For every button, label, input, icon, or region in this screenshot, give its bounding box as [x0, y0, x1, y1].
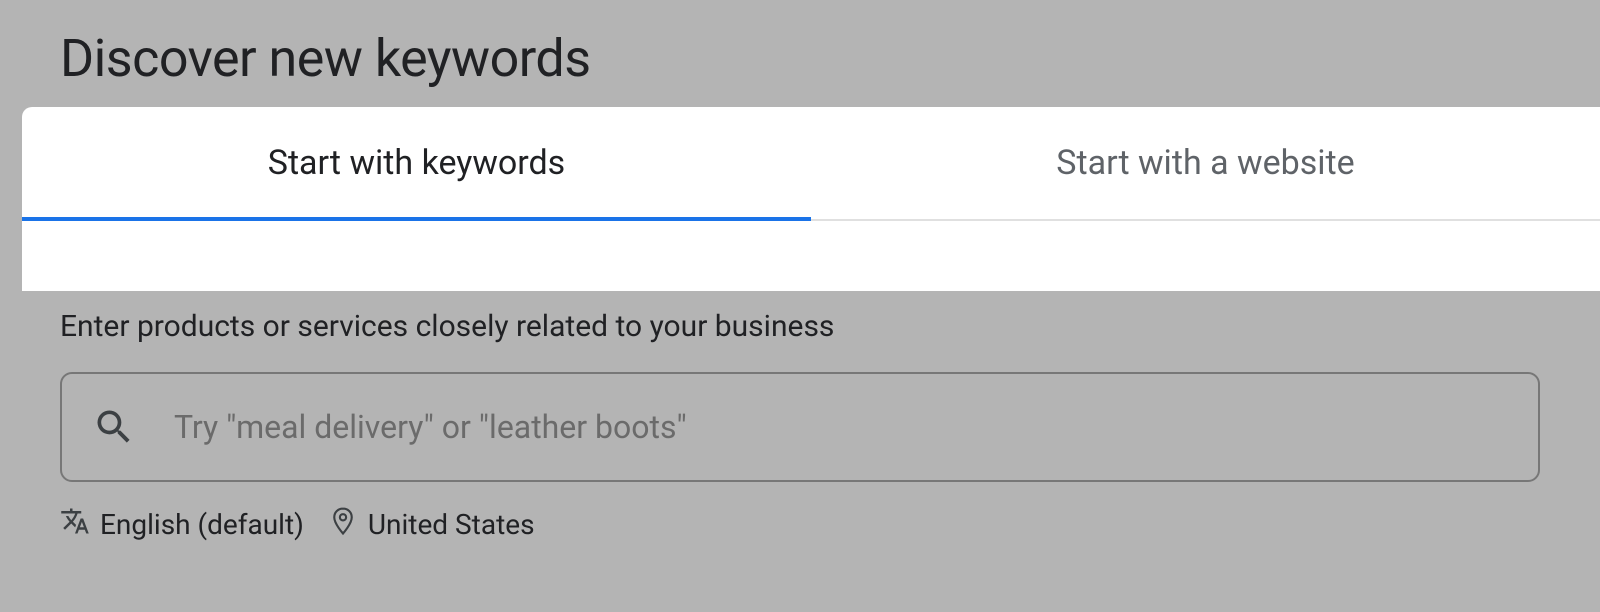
tab-card: Start with keywords Start with a website: [22, 107, 1600, 291]
tabs-container: Start with keywords Start with a website: [22, 107, 1600, 221]
language-label: English (default): [100, 508, 304, 541]
tab-start-with-keywords[interactable]: Start with keywords: [22, 107, 811, 221]
tab-start-with-website[interactable]: Start with a website: [811, 107, 1600, 221]
location-icon: [328, 506, 358, 543]
keyword-search-input[interactable]: [174, 408, 1508, 446]
tab-body-spacer: [22, 221, 1600, 291]
page-title: Discover new keywords: [0, 0, 1600, 107]
instruction-text: Enter products or services closely relat…: [0, 291, 1600, 344]
settings-row: English (default) United States: [0, 482, 1600, 543]
location-label: United States: [368, 508, 535, 541]
search-icon: [92, 405, 136, 449]
language-selector[interactable]: English (default): [60, 506, 304, 543]
keyword-search-container[interactable]: [60, 372, 1540, 482]
tab-label: Start with keywords: [268, 143, 565, 183]
translate-icon: [60, 506, 90, 543]
location-selector[interactable]: United States: [328, 506, 535, 543]
tab-label: Start with a website: [1056, 143, 1354, 183]
